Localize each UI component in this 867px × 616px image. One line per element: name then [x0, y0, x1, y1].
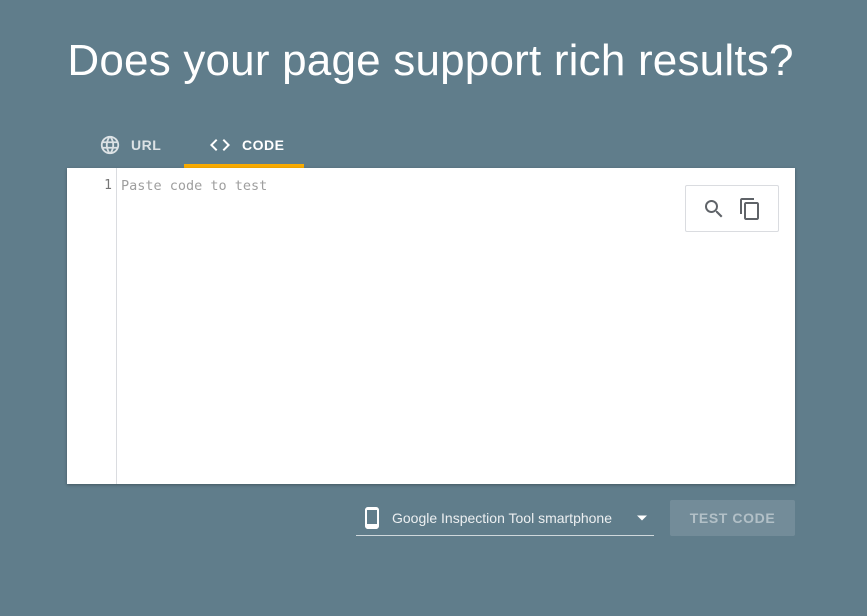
line-number: 1: [104, 178, 112, 193]
tab-code-label: CODE: [242, 137, 285, 153]
search-icon: [702, 197, 726, 221]
page-title: Does your page support rich results?: [67, 36, 794, 85]
tab-code[interactable]: CODE: [184, 122, 304, 168]
code-placeholder: Paste code to test: [121, 178, 268, 194]
editor-toolbar: [685, 185, 779, 232]
device-dropdown[interactable]: Google Inspection Tool smartphone: [356, 500, 654, 536]
copy-button[interactable]: [738, 197, 762, 221]
test-code-button[interactable]: TEST CODE: [670, 500, 795, 536]
code-icon: [208, 133, 232, 157]
page: Does your page support rich results? URL…: [0, 0, 867, 616]
tab-url[interactable]: URL: [67, 122, 184, 168]
smartphone-icon: [360, 506, 384, 530]
globe-icon: [99, 133, 121, 157]
copy-icon: [738, 197, 762, 221]
code-editor: 1 Paste code to test: [67, 168, 795, 484]
chevron-down-icon: [636, 512, 648, 524]
input-mode-tabs: URL CODE: [67, 122, 304, 168]
device-selected-value: Google Inspection Tool smartphone: [392, 509, 612, 526]
search-button[interactable]: [702, 197, 726, 221]
tab-url-label: URL: [131, 137, 162, 153]
line-number-gutter: 1: [67, 168, 117, 484]
